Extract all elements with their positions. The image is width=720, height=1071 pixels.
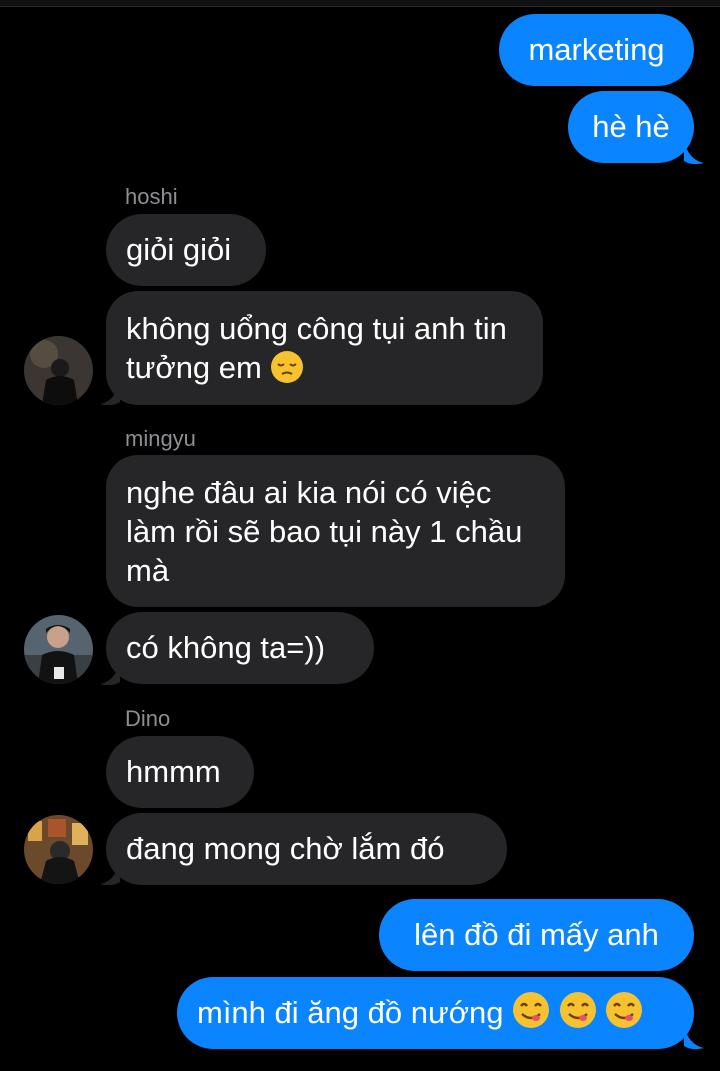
message-text: nghe đâu ai kia nói có việc làm rồi sẽ b… xyxy=(126,475,523,588)
avatar[interactable] xyxy=(24,815,93,884)
message-bubble-incoming[interactable]: hmmm xyxy=(106,736,254,808)
bubble-tail-icon xyxy=(100,860,120,886)
bubble-tail-icon xyxy=(684,1024,704,1050)
bubble-tail-icon xyxy=(684,139,704,165)
message-bubble-incoming[interactable]: không uổng công tụi anh tin tưởng em xyxy=(106,291,543,405)
message-bubble-incoming[interactable]: nghe đâu ai kia nói có việc làm rồi sẽ b… xyxy=(106,455,565,607)
message-bubble-outgoing[interactable]: marketing xyxy=(499,14,694,86)
sender-name: mingyu xyxy=(125,426,196,451)
sender-name: hoshi xyxy=(125,184,178,209)
message-bubble-incoming[interactable]: đang mong chờ lắm đó xyxy=(106,813,507,885)
message-text: đang mong chờ lắm đó xyxy=(126,831,445,866)
message-bubble-incoming[interactable]: có không ta=)) xyxy=(106,612,374,684)
bubble-tail-icon xyxy=(100,380,120,406)
avatar[interactable] xyxy=(24,336,93,405)
message-text: mình đi ăng đồ nướng xyxy=(197,995,504,1030)
message-text: có không ta=)) xyxy=(126,630,326,665)
message-text: lên đồ đi mấy anh xyxy=(414,917,659,952)
yum-emoji-icon xyxy=(606,992,643,1028)
bubble-tail-icon xyxy=(100,660,120,686)
message-bubble-incoming[interactable]: giỏi giỏi xyxy=(106,214,266,286)
message-bubble-outgoing[interactable]: mình đi ăng đồ nướng xyxy=(177,977,694,1049)
avatar[interactable] xyxy=(24,615,93,684)
pensive-emoji-icon xyxy=(271,351,304,383)
yum-emoji-icon xyxy=(513,992,550,1028)
message-text: giỏi giỏi xyxy=(126,232,232,267)
top-divider xyxy=(0,0,720,7)
message-text: hmmm xyxy=(126,754,221,789)
sender-name: Dino xyxy=(125,706,171,731)
message-bubble-outgoing[interactable]: hè hè xyxy=(568,91,694,163)
message-bubble-outgoing[interactable]: lên đồ đi mấy anh xyxy=(379,899,694,971)
yum-emoji-icon xyxy=(559,992,596,1028)
message-text: hè hè xyxy=(592,109,670,144)
message-text: không uổng công tụi anh tin tưởng em xyxy=(126,311,507,385)
message-text: marketing xyxy=(528,32,665,67)
